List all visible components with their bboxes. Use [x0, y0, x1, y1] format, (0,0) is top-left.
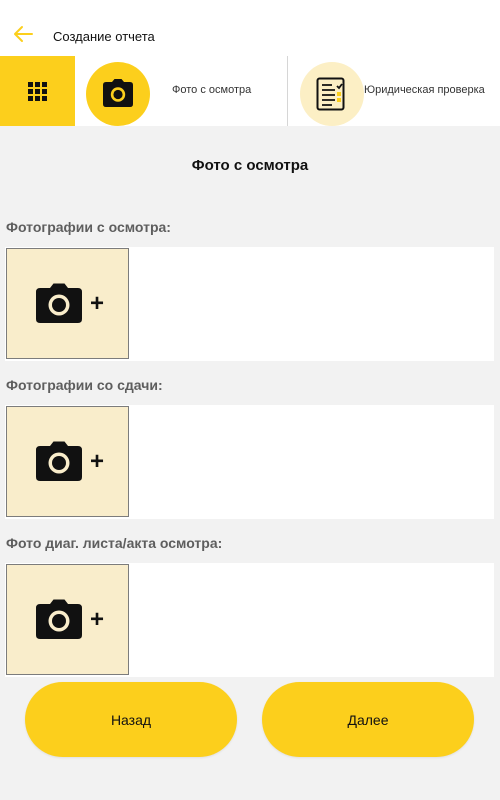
photo-group-label-handover: Фотографии со сдачи:	[6, 377, 163, 393]
section-title: Фото с осмотра	[191, 157, 309, 174]
next-button[interactable]: Далее	[262, 682, 474, 757]
step-photo-inspection[interactable]: Фото с осмотра	[86, 56, 286, 126]
photo-group-label-diag-sheet: Фото диаг. листа/акта осмотра:	[6, 535, 223, 551]
steps-divider	[287, 56, 288, 126]
plus-icon: +	[90, 606, 105, 633]
step-legal-label: Юридическая проверка	[364, 84, 485, 96]
step-legal-check[interactable]: Юридическая проверка	[300, 56, 500, 126]
add-photo-button[interactable]: +	[6, 248, 129, 359]
steps-bar: Фото с осмотра Юридическая проверка	[0, 56, 500, 126]
photo-row-inspection: +	[5, 247, 494, 361]
step-photo-label: Фото с осмотра	[172, 84, 252, 96]
checklist-icon	[316, 77, 345, 111]
back-button[interactable]: Назад	[25, 682, 237, 757]
add-photo-button[interactable]: +	[6, 564, 129, 675]
arrow-left-icon	[14, 26, 33, 42]
back-arrow-button[interactable]	[12, 24, 40, 48]
photo-row-diag-sheet: +	[5, 563, 494, 677]
page-title: Создание отчета	[53, 29, 155, 44]
menu-grid-button[interactable]	[0, 56, 75, 126]
camera-icon	[103, 79, 133, 107]
camera-icon	[36, 441, 82, 481]
app-header: Создание отчета	[0, 0, 500, 56]
camera-icon	[36, 599, 82, 639]
step-photo-circle	[86, 62, 150, 126]
add-photo-button[interactable]: +	[6, 406, 129, 517]
grid-icon	[28, 82, 48, 102]
step-legal-circle	[300, 62, 364, 126]
photo-row-handover: +	[5, 405, 494, 519]
camera-icon	[36, 283, 82, 323]
plus-icon: +	[90, 290, 105, 317]
photo-group-label-inspection: Фотографии с осмотра:	[6, 219, 171, 235]
plus-icon: +	[90, 448, 105, 475]
